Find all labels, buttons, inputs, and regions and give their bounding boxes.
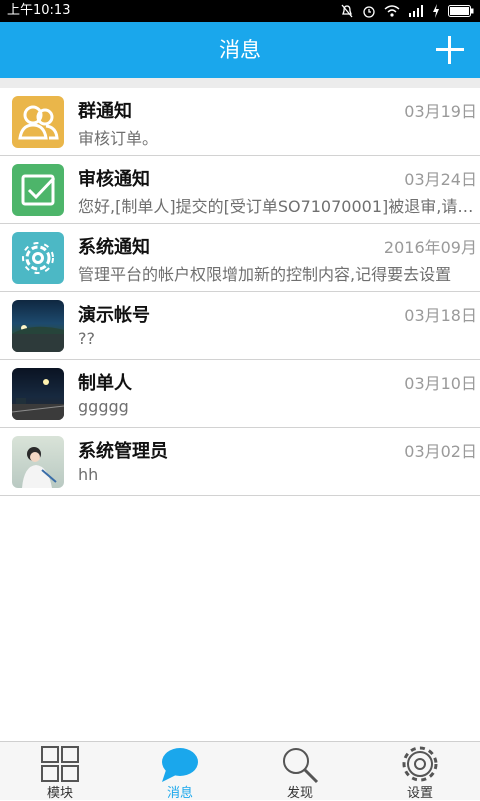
page-title: 消息	[219, 38, 261, 62]
message-date: 03月18日	[404, 306, 477, 325]
status-icons	[340, 0, 474, 22]
status-bar: 上午10:13	[0, 0, 480, 22]
message-date: 03月10日	[404, 374, 477, 393]
top-divider	[0, 78, 480, 88]
app-header: 消息	[0, 22, 480, 78]
message-date: 03月19日	[404, 102, 477, 121]
battery-icon	[448, 5, 474, 17]
chat-bubble-icon	[162, 748, 198, 782]
gear-icon	[402, 746, 438, 782]
message-row-audit-notice[interactable]: 审核通知 03月24日 您好,[制单人]提交的[受订单SO71070001]被退…	[0, 156, 480, 224]
message-preview: 审核订单。	[78, 129, 159, 148]
nav-label: 模块	[46, 786, 73, 801]
message-date: 2016年09月	[383, 238, 477, 257]
message-row-demo-account[interactable]: 演示帐号 03月18日 ??	[0, 292, 480, 360]
message-preview: 管理平台的帐户权限增加新的控制内容,记得要去设置	[78, 265, 452, 284]
nav-label: 消息	[166, 786, 193, 801]
nav-label: 发现	[286, 786, 313, 801]
check-square-icon	[12, 164, 64, 216]
message-list: 群通知 03月19日 审核订单。 审核通知 03月24日 您好,[制单人]提交的…	[0, 88, 480, 496]
message-row-system-notice[interactable]: 系统通知 2016年09月 管理平台的帐户权限增加新的控制内容,记得要去设置	[0, 224, 480, 292]
group-icon	[12, 96, 64, 148]
add-button[interactable]	[434, 34, 466, 66]
nav-discover[interactable]: 发现	[240, 742, 360, 801]
message-title: 演示帐号	[78, 305, 150, 326]
mute-icon	[341, 4, 353, 18]
message-row-admin[interactable]: 系统管理员 03月02日 hh	[0, 428, 480, 496]
message-row-group-notice[interactable]: 群通知 03月19日 审核订单。	[0, 88, 480, 156]
gear-icon	[12, 232, 64, 284]
message-title: 系统管理员	[78, 441, 168, 462]
status-time: 上午10:13	[7, 3, 71, 18]
nav-label: 设置	[406, 786, 433, 801]
message-preview: ??	[78, 329, 95, 348]
message-title: 制单人	[78, 373, 132, 394]
wifi-icon	[384, 5, 400, 17]
night-road-photo	[12, 368, 64, 420]
charging-icon	[433, 4, 439, 18]
alarm-icon	[363, 6, 375, 18]
message-date: 03月24日	[404, 170, 477, 189]
grid-icon	[41, 746, 79, 782]
message-title: 群通知	[78, 101, 132, 122]
message-title: 审核通知	[78, 169, 150, 190]
message-title: 系统通知	[78, 237, 150, 258]
message-preview: 您好,[制单人]提交的[受订单SO71070001]被退审,请及时处理	[78, 197, 476, 216]
night-street-photo	[12, 300, 64, 352]
bottom-nav: 模块 消息 发现 设置	[0, 741, 480, 801]
message-row-order-maker[interactable]: 制单人 03月10日 ggggg	[0, 360, 480, 428]
nav-messages[interactable]: 消息	[120, 742, 240, 801]
nav-modules[interactable]: 模块	[0, 742, 120, 801]
message-date: 03月02日	[404, 442, 477, 461]
search-icon	[283, 748, 319, 784]
message-preview: ggggg	[78, 397, 129, 416]
message-preview: hh	[78, 465, 99, 484]
signal-icon	[409, 5, 423, 17]
person-photo	[12, 436, 64, 488]
nav-settings[interactable]: 设置	[360, 742, 480, 801]
